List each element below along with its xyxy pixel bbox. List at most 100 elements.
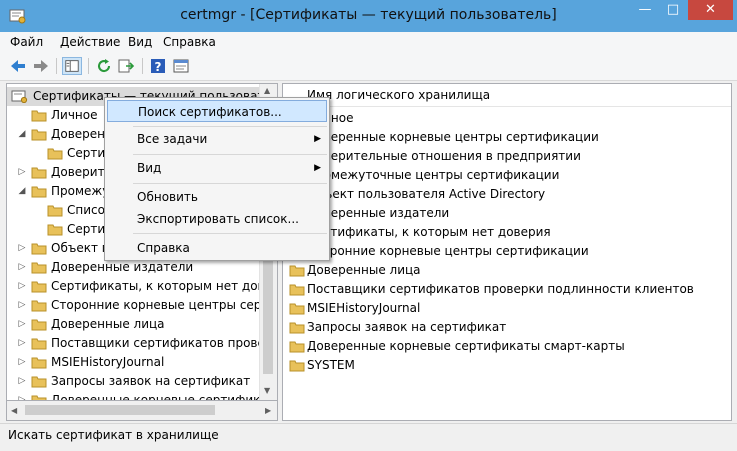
- menu-help[interactable]: Справка: [163, 35, 216, 49]
- scroll-up-arrow-icon[interactable]: ▲: [264, 86, 270, 95]
- console-tree-icon[interactable]: [62, 57, 82, 75]
- menu-item-label: Поиск сертификатов...: [138, 105, 282, 119]
- menu-item-help[interactable]: Справка: [107, 237, 327, 259]
- column-header-label: Имя логического хранилища: [307, 88, 491, 102]
- toolbar-separator: [142, 58, 143, 74]
- tree-expander-icon[interactable]: ▷: [17, 163, 27, 182]
- list-item[interactable]: MSIEHistoryJournal: [283, 299, 731, 318]
- tree-expander-icon[interactable]: ▷: [17, 239, 27, 258]
- list-item[interactable]: Объект пользователя Active Directory: [283, 185, 731, 204]
- folder-icon: [31, 129, 47, 141]
- tree-expander-icon[interactable]: ▷: [17, 315, 27, 334]
- folder-icon: [289, 360, 305, 372]
- folder-icon: [31, 186, 47, 198]
- tree-scroll-thumb[interactable]: [263, 254, 273, 374]
- status-text: Искать сертификат в хранилище: [8, 428, 219, 442]
- refresh-icon[interactable]: [94, 57, 114, 75]
- properties-icon[interactable]: [171, 57, 191, 75]
- store-list-view[interactable]: Имя логического хранилища Личное Доверенн…: [282, 83, 732, 421]
- menu-item-all-tasks[interactable]: Все задачи ▶: [107, 128, 327, 150]
- folder-icon: [47, 148, 63, 160]
- list-item-label: Доверенные корневые сертификаты смарт-ка…: [307, 339, 625, 353]
- tree-expander-icon[interactable]: ◢: [17, 182, 27, 201]
- list-item[interactable]: Доверенные корневые сертификаты смарт-ка…: [283, 337, 731, 356]
- menu-item-label: Вид: [137, 161, 162, 175]
- forward-arrow-icon[interactable]: [31, 57, 51, 75]
- list-item[interactable]: SYSTEM: [283, 356, 731, 375]
- menu-item-label: Все задачи: [137, 132, 208, 146]
- submenu-arrow-icon: ▶: [314, 134, 321, 144]
- tree-expander-icon[interactable]: ▷: [17, 296, 27, 315]
- menu-item-label: Экспортировать список...: [137, 212, 299, 226]
- menu-separator: [133, 126, 327, 127]
- maximize-button[interactable]: □: [659, 0, 687, 20]
- scroll-down-arrow-icon[interactable]: ▼: [264, 386, 270, 395]
- menu-view[interactable]: Вид: [128, 35, 152, 49]
- list-item-label: Доверенные корневые центры сертификации: [307, 130, 599, 144]
- tree-expander-icon[interactable]: ▷: [17, 277, 27, 296]
- scroll-right-arrow-icon[interactable]: ▶: [265, 406, 271, 415]
- toolbar-separator: [88, 58, 89, 74]
- help-icon[interactable]: ?: [148, 57, 168, 75]
- minimize-button[interactable]: —: [631, 0, 659, 20]
- list-item[interactable]: Доверенные корневые центры сертификации: [283, 128, 731, 147]
- close-button[interactable]: ✕: [688, 0, 733, 20]
- menu-file[interactable]: Файл: [10, 35, 43, 49]
- menu-item-export-list[interactable]: Экспортировать список...: [107, 208, 327, 230]
- folder-icon: [31, 357, 47, 369]
- column-header-store-name[interactable]: Имя логического хранилища: [283, 84, 731, 107]
- tree-horizontal-scrollbar[interactable]: ◀ ▶: [6, 401, 278, 421]
- list-item-label: Доверенные лица: [307, 263, 421, 277]
- list-item[interactable]: Доверительные отношения в предприятии: [283, 147, 731, 166]
- tree-item-label: Доверенные корневые сертификаты смарт-ка…: [51, 393, 278, 401]
- list-item-label: Промежуточные центры сертификации: [307, 168, 560, 182]
- menu-separator: [133, 183, 327, 184]
- list-item-label: Сертификаты, к которым нет доверия: [307, 225, 551, 239]
- menu-bar: Файл Действие Вид Справка: [0, 32, 737, 54]
- folder-icon: [289, 322, 305, 334]
- list-item[interactable]: Доверенные лица: [283, 261, 731, 280]
- toolbar-separator: [56, 58, 57, 74]
- tree-item-label: Личное: [51, 108, 98, 122]
- list-item[interactable]: Сторонние корневые центры сертификации: [283, 242, 731, 261]
- menu-item-find-certificates[interactable]: Поиск сертификатов...: [107, 100, 327, 122]
- list-item[interactable]: Промежуточные центры сертификации: [283, 166, 731, 185]
- tree-item-label: Сторонние корневые центры сертификации: [51, 298, 277, 312]
- list-item-label: Доверительные отношения в предприятии: [307, 149, 581, 163]
- title-bar: certmgr - [Сертификаты — текущий пользов…: [0, 0, 737, 32]
- folder-icon: [289, 303, 305, 315]
- menu-separator: [133, 154, 327, 155]
- list-item[interactable]: Личное: [283, 109, 731, 128]
- tree-expander-icon[interactable]: ◢: [17, 125, 27, 144]
- list-item[interactable]: Запросы заявок на сертификат: [283, 318, 731, 337]
- list-item-label: SYSTEM: [307, 358, 355, 372]
- menu-item-label: Справка: [137, 241, 190, 255]
- tree-expander-icon[interactable]: ▷: [17, 372, 27, 391]
- tree-expander-icon[interactable]: ▷: [17, 258, 27, 277]
- list-item[interactable]: Сертификаты, к которым нет доверия: [283, 223, 731, 242]
- folder-icon: [31, 243, 47, 255]
- menu-action[interactable]: Действие: [60, 35, 120, 49]
- list-item-label: MSIEHistoryJournal: [307, 301, 421, 315]
- tree-expander-icon[interactable]: ▷: [17, 391, 27, 400]
- list-item-label: Сторонние корневые центры сертификации: [307, 244, 589, 258]
- list-item-label: Объект пользователя Active Directory: [307, 187, 546, 201]
- list-item[interactable]: Доверенные издатели: [283, 204, 731, 223]
- folder-icon: [31, 338, 47, 350]
- export-list-icon[interactable]: [116, 57, 136, 75]
- back-arrow-icon[interactable]: [8, 57, 28, 75]
- tree-item-label: Поставщики сертификатов проверки подлинн…: [51, 336, 277, 350]
- tree-hscroll-thumb[interactable]: [25, 405, 215, 415]
- folder-icon: [47, 205, 63, 217]
- tree-expander-icon[interactable]: ▷: [17, 353, 27, 372]
- tree-item-label: Доверенные лица: [51, 317, 165, 331]
- tree-expander-icon[interactable]: ▷: [17, 334, 27, 353]
- menu-item-refresh[interactable]: Обновить: [107, 186, 327, 208]
- menu-separator: [133, 233, 327, 234]
- scroll-left-arrow-icon[interactable]: ◀: [11, 406, 17, 415]
- window-title: certmgr - [Сертификаты — текущий пользов…: [180, 7, 557, 23]
- folder-icon: [31, 395, 47, 400]
- list-item[interactable]: Поставщики сертификатов проверки подлинн…: [283, 280, 731, 299]
- status-bar: Искать сертификат в хранилище: [0, 423, 737, 446]
- menu-item-view[interactable]: Вид ▶: [107, 157, 327, 179]
